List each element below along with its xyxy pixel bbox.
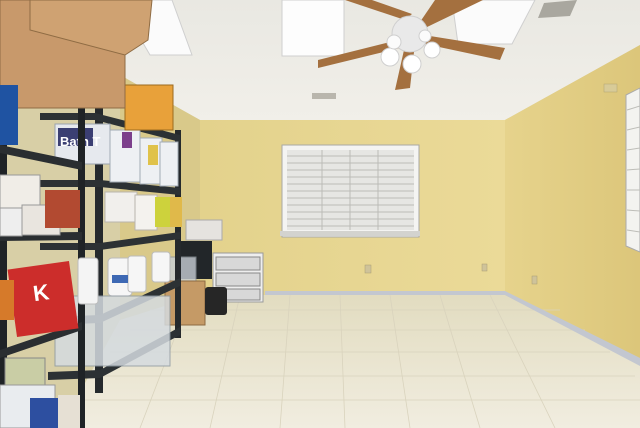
jug-bottle (77, 257, 99, 305)
wall-outlet (481, 263, 488, 272)
cereal-box-top (0, 85, 18, 145)
snack-box (124, 84, 174, 131)
snack-bags (104, 191, 182, 231)
orange-box (0, 280, 14, 320)
food-items-bottom (0, 357, 80, 428)
baseboard-back (265, 291, 505, 295)
clear-bin (169, 256, 197, 285)
trash-can (205, 287, 227, 315)
wall-outlet (531, 275, 538, 285)
cereal-box: K (7, 261, 79, 337)
storage-bin-lid (185, 219, 223, 241)
thermostat (603, 83, 618, 93)
wall-outlet (364, 264, 372, 274)
skylight-center (281, 0, 345, 57)
ceiling-vent (312, 93, 336, 99)
pantry-room-photo: Bath T K (0, 0, 640, 428)
right-window (625, 87, 640, 253)
back-window (280, 144, 420, 238)
